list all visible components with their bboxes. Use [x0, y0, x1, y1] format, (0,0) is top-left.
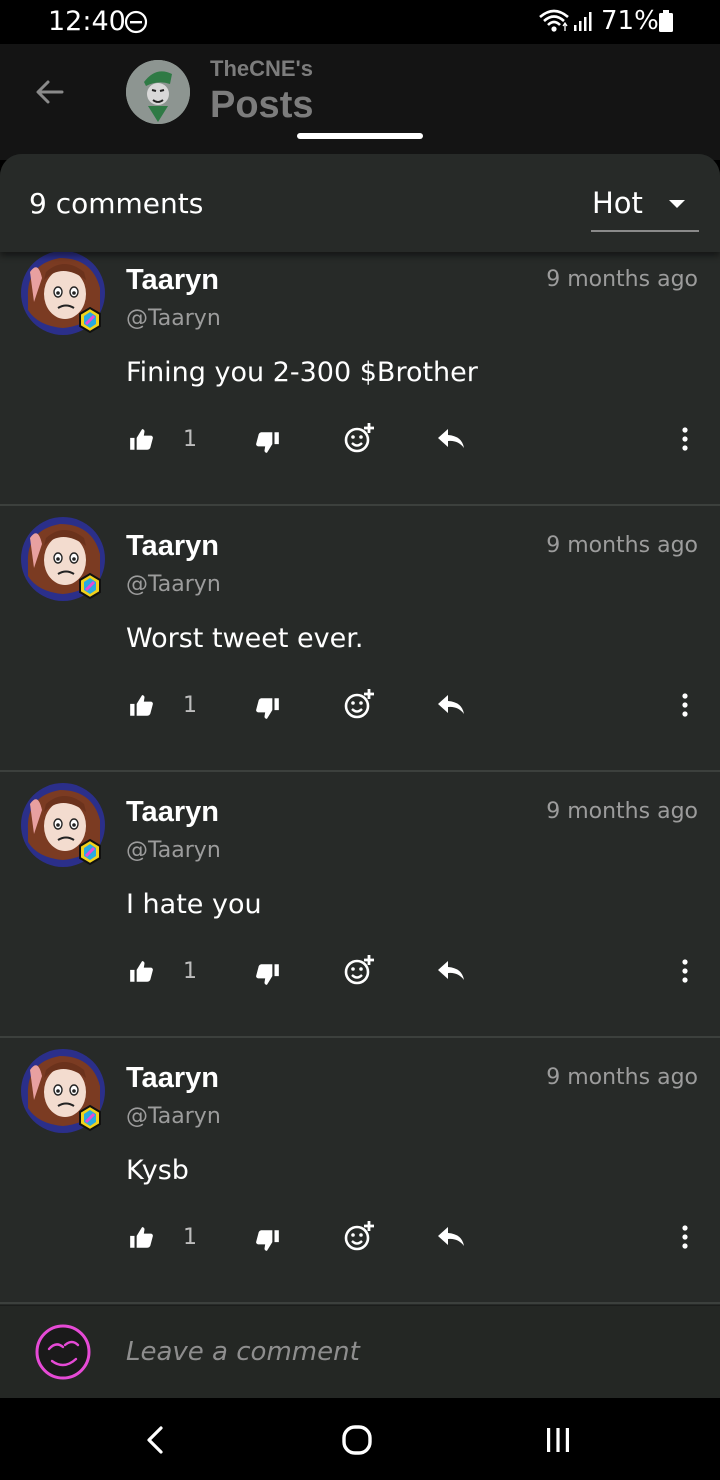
- like-icon[interactable]: [128, 427, 154, 457]
- comment-timestamp: 9 months ago: [546, 267, 698, 292]
- add-reaction-icon[interactable]: [342, 1219, 376, 1257]
- comment-body: Fining you 2-300 $Brother: [126, 357, 478, 388]
- header-subtitle: TheCNE's: [210, 56, 314, 81]
- comment-author[interactable]: Taaryn: [126, 264, 219, 297]
- sheet-drag-handle[interactable]: [297, 133, 423, 139]
- nav-recents-icon[interactable]: [538, 1420, 578, 1460]
- dislike-icon[interactable]: [255, 429, 281, 459]
- commenter-avatar[interactable]: [20, 782, 106, 868]
- reply-icon[interactable]: [436, 958, 466, 988]
- status-bar: 12:40 71%: [0, 0, 720, 44]
- add-reaction-icon[interactable]: [342, 421, 376, 459]
- more-options-icon[interactable]: [680, 426, 690, 456]
- comment-author[interactable]: Taaryn: [126, 796, 219, 829]
- sort-selected-value: Hot: [592, 186, 643, 220]
- like-icon[interactable]: [128, 693, 154, 723]
- reply-icon[interactable]: [436, 426, 466, 456]
- user-avatar[interactable]: [34, 1323, 92, 1381]
- more-options-icon[interactable]: [680, 692, 690, 722]
- battery-icon: [659, 10, 673, 32]
- comment-body: I hate you: [126, 889, 262, 920]
- commenter-avatar[interactable]: [20, 250, 106, 336]
- channel-avatar[interactable]: [126, 60, 190, 124]
- comment-count: 9 comments: [29, 187, 204, 220]
- like-count: 1: [183, 693, 197, 718]
- do-not-disturb-icon: [124, 10, 148, 34]
- signal-icon: [574, 12, 592, 31]
- reply-icon[interactable]: [436, 692, 466, 722]
- comment-timestamp: 9 months ago: [546, 1065, 698, 1090]
- nav-back-icon[interactable]: [136, 1420, 176, 1460]
- comment-handle: @Taaryn: [126, 572, 221, 597]
- dislike-icon[interactable]: [255, 961, 281, 991]
- add-reaction-icon[interactable]: [342, 953, 376, 991]
- comment-row: Taaryn @Taaryn 9 months ago Worst tweet …: [0, 506, 720, 772]
- comment-row: Taaryn @Taaryn 9 months ago I hate you 1: [0, 772, 720, 1038]
- like-icon[interactable]: [128, 959, 154, 989]
- comment-handle: @Taaryn: [126, 838, 221, 863]
- status-time: 12:40: [48, 6, 126, 37]
- dislike-icon[interactable]: [255, 695, 281, 725]
- like-count: 1: [183, 1225, 197, 1250]
- page-title: Posts: [210, 84, 314, 126]
- comments-header: 9 comments Hot: [0, 154, 720, 252]
- nav-home-icon[interactable]: [337, 1420, 377, 1460]
- commenter-avatar[interactable]: [20, 1048, 106, 1134]
- more-options-icon[interactable]: [680, 958, 690, 988]
- back-arrow-icon[interactable]: [28, 70, 72, 114]
- comment-input-bar: [0, 1305, 720, 1398]
- comment-timestamp: 9 months ago: [546, 533, 698, 558]
- comment-row: Taaryn @Taaryn 9 months ago Fining you 2…: [0, 240, 720, 506]
- more-options-icon[interactable]: [680, 1224, 690, 1254]
- system-nav-bar: [0, 1398, 720, 1480]
- comment-row: Taaryn @Taaryn 9 months ago Kysb 1: [0, 1038, 720, 1304]
- commenter-avatar[interactable]: [20, 516, 106, 602]
- caret-down-icon: [669, 200, 685, 208]
- comment-author[interactable]: Taaryn: [126, 530, 219, 563]
- comment-input[interactable]: [126, 1326, 686, 1378]
- comment-timestamp: 9 months ago: [546, 799, 698, 824]
- battery-percent: 71%: [601, 6, 659, 36]
- comment-body: Kysb: [126, 1155, 189, 1186]
- comments-panel: 9 comments Hot Taaryn @Taaryn 9 months a…: [0, 154, 720, 1399]
- like-count: 1: [183, 959, 197, 984]
- sort-dropdown[interactable]: Hot: [591, 182, 699, 232]
- add-reaction-icon[interactable]: [342, 687, 376, 725]
- dislike-icon[interactable]: [255, 1227, 281, 1257]
- like-icon[interactable]: [128, 1225, 154, 1255]
- like-count: 1: [183, 427, 197, 452]
- comment-body: Worst tweet ever.: [126, 623, 364, 654]
- comment-handle: @Taaryn: [126, 1104, 221, 1129]
- reply-icon[interactable]: [436, 1224, 466, 1254]
- comment-author[interactable]: Taaryn: [126, 1062, 219, 1095]
- app-header: TheCNE's Posts: [0, 44, 720, 160]
- wifi-icon: [539, 9, 569, 32]
- channel-avatar-image: [126, 60, 190, 124]
- comment-handle: @Taaryn: [126, 306, 221, 331]
